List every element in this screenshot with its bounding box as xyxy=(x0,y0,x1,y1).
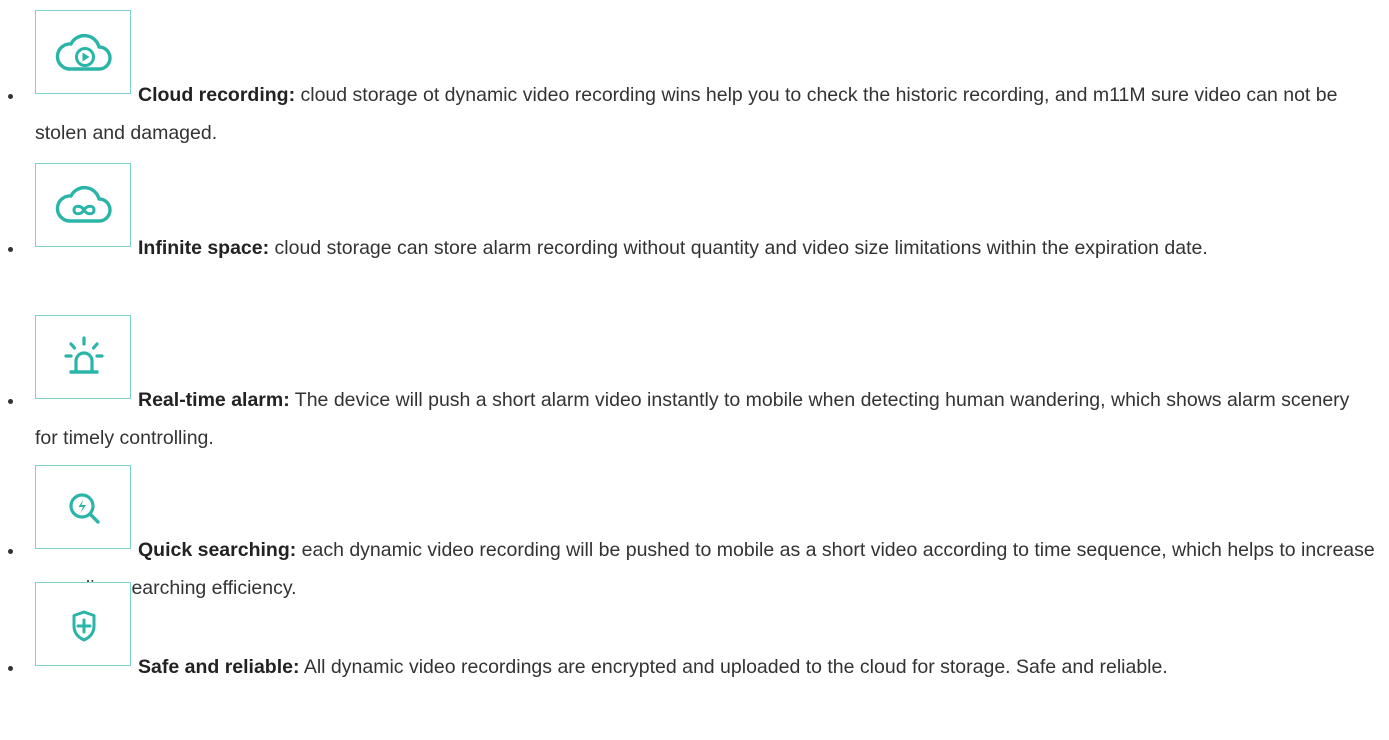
bullet xyxy=(8,94,13,99)
feature-title: Safe and reliable: xyxy=(138,656,300,678)
feature-item-cloud-recording: Cloud recording: cloud storage ot dynami… xyxy=(0,10,1389,160)
feature-item-infinite-space: Infinite space: cloud storage can store … xyxy=(0,163,1389,313)
feature-title: Quick searching: xyxy=(138,539,297,561)
bullet xyxy=(8,549,13,554)
feature-item-real-time-alarm: Real-time alarm: The device will push a … xyxy=(0,315,1389,465)
feature-description: Cloud recording: cloud storage ot dynami… xyxy=(35,76,1375,152)
feature-description: Real-time alarm: The device will push a … xyxy=(35,381,1375,457)
feature-description: Infinite space: cloud storage can store … xyxy=(35,229,1375,267)
feature-title: Cloud recording: xyxy=(138,84,296,106)
bullet xyxy=(8,399,13,404)
feature-title: Real-time alarm: xyxy=(138,389,290,411)
feature-description: Safe and reliable: All dynamic video rec… xyxy=(35,648,1375,686)
feature-item-safe-and-reliable: Safe and reliable: All dynamic video rec… xyxy=(0,582,1389,732)
feature-title: Infinite space: xyxy=(138,237,270,259)
bullet xyxy=(8,247,13,252)
bullet xyxy=(8,666,13,671)
feature-text: cloud storage can store alarm recording … xyxy=(269,237,1208,259)
feature-text: All dynamic video recordings are encrypt… xyxy=(299,656,1168,678)
